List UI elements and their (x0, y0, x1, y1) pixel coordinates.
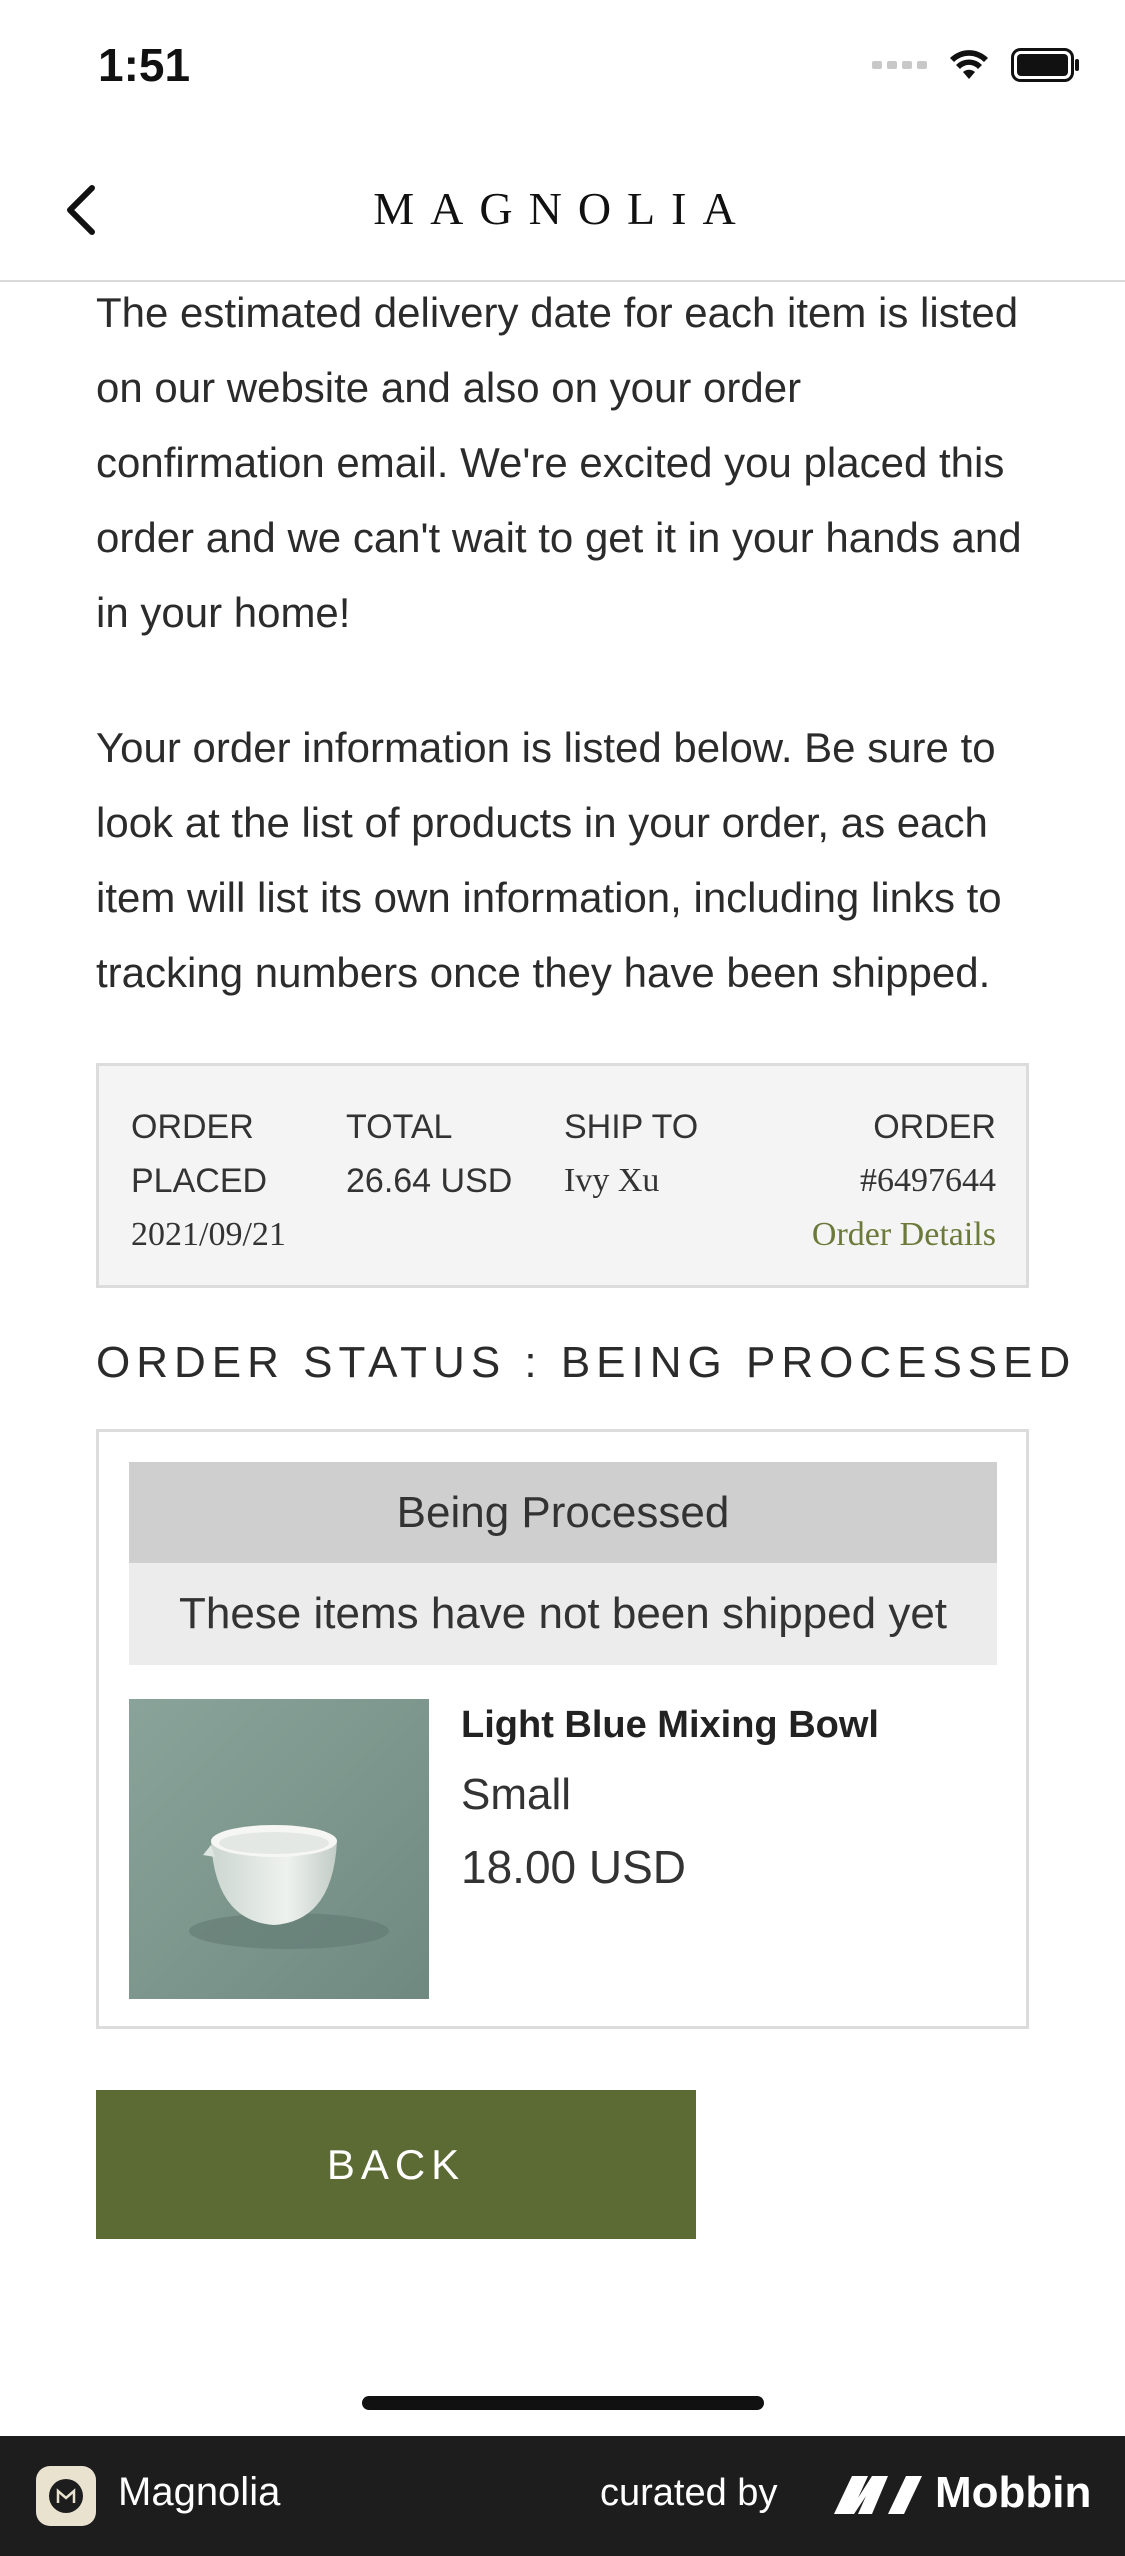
order-number-value: #6497644 (860, 1162, 996, 1199)
order-number-label: ORDER (873, 1108, 996, 1146)
status-time: 1:51 (98, 39, 191, 91)
order-placed-label-line1: ORDER (131, 1108, 254, 1146)
battery-icon (1011, 48, 1079, 82)
order-total-column: TOTAL 26.64 USD (346, 1100, 512, 1208)
wifi-icon (950, 50, 988, 79)
ship-to-label: SHIP TO (564, 1108, 699, 1146)
product-variant: Small (461, 1770, 572, 1819)
home-indicator[interactable] (362, 2396, 764, 2410)
intro-paragraph-2: Your order information is listed below. … (96, 724, 1002, 996)
status-icons (872, 48, 1081, 82)
back-button[interactable]: BACK (96, 2090, 696, 2239)
intro-paragraph-1: The estimated delivery date for each ite… (96, 289, 1022, 636)
order-status-heading: ORDER STATUS : BEING PROCESSED (96, 1338, 1077, 1387)
product-image[interactable] (129, 1699, 429, 1999)
app-header: MAGNOLIA (0, 140, 1125, 282)
product-price: 18.00 USD (461, 1841, 687, 1893)
status-stage-note: These items have not been shipped yet (129, 1563, 997, 1665)
footer-curated-by: curated by (600, 2472, 778, 2514)
order-summary-card: ORDER PLACED 2021/09/21 TOTAL 26.64 USD … (96, 1063, 1029, 1288)
magnolia-app-icon (36, 2466, 96, 2526)
order-number-column: ORDER #6497644 Order Details (812, 1100, 996, 1262)
intro-text: The estimated delivery date for each ite… (96, 275, 1031, 1010)
ship-to-value: Ivy Xu (564, 1162, 660, 1199)
brand-title: MAGNOLIA (373, 183, 752, 234)
ship-to-column: SHIP TO Ivy Xu (564, 1100, 698, 1208)
order-placed-label-line2: PLACED (131, 1162, 268, 1200)
order-total-label: TOTAL (346, 1108, 453, 1146)
footer-app-name: Magnolia (118, 2470, 281, 2514)
order-details-link[interactable]: Order Details (812, 1208, 996, 1262)
cellular-signal-icon (872, 61, 927, 69)
product-name[interactable]: Light Blue Mixing Bowl (461, 1704, 879, 1747)
status-bar: 1:51 (0, 0, 1125, 140)
order-status-card: Being Processed These items have not bee… (96, 1429, 1029, 2029)
mobbin-logo-icon (834, 2476, 922, 2514)
footer-bar: Magnolia curated by Mobbin (0, 2436, 1125, 2556)
order-placed-column: ORDER PLACED 2021/09/21 (131, 1100, 286, 1262)
order-total-value: 26.64 USD (346, 1162, 513, 1200)
footer-brand: Mobbin (935, 2468, 1092, 2517)
status-stage-bar: Being Processed (129, 1462, 997, 1563)
order-placed-date: 2021/09/21 (131, 1216, 286, 1253)
